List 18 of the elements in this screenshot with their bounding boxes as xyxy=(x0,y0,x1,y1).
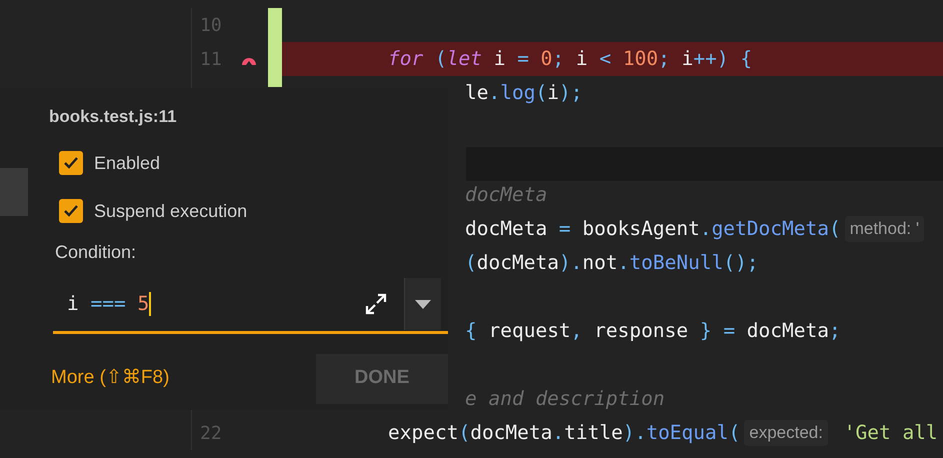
parameter-hint: method: ' xyxy=(844,216,924,242)
condition-value: i === 5 xyxy=(67,291,152,318)
code-text: expect(docMeta.title).toEqual( xyxy=(388,420,740,446)
code-text: for (let i = 0; i < 100; i++) { xyxy=(388,46,752,72)
code-text: docMeta xyxy=(465,182,548,208)
popup-title: books.test.js:11 xyxy=(49,106,178,128)
code-text: e and description xyxy=(465,386,665,412)
code-text: 'Get all xyxy=(842,420,938,446)
code-text: le.log(i); xyxy=(465,80,582,106)
checkbox-label: Enabled xyxy=(94,152,160,174)
code-text: { request, response } = docMeta; xyxy=(465,318,841,344)
checkbox-label: Suspend execution xyxy=(94,200,248,223)
code-text: (docMeta).not.toBeNull(); xyxy=(465,250,759,276)
field-label: Condition: xyxy=(55,240,138,264)
condition-field[interactable]: i === 5 xyxy=(53,278,448,334)
parameter-hint: expected: xyxy=(744,420,828,446)
more-link[interactable]: More (⇧⌘F8) xyxy=(51,364,170,393)
code-text: docMeta = booksAgent.getDocMeta( xyxy=(465,216,841,242)
